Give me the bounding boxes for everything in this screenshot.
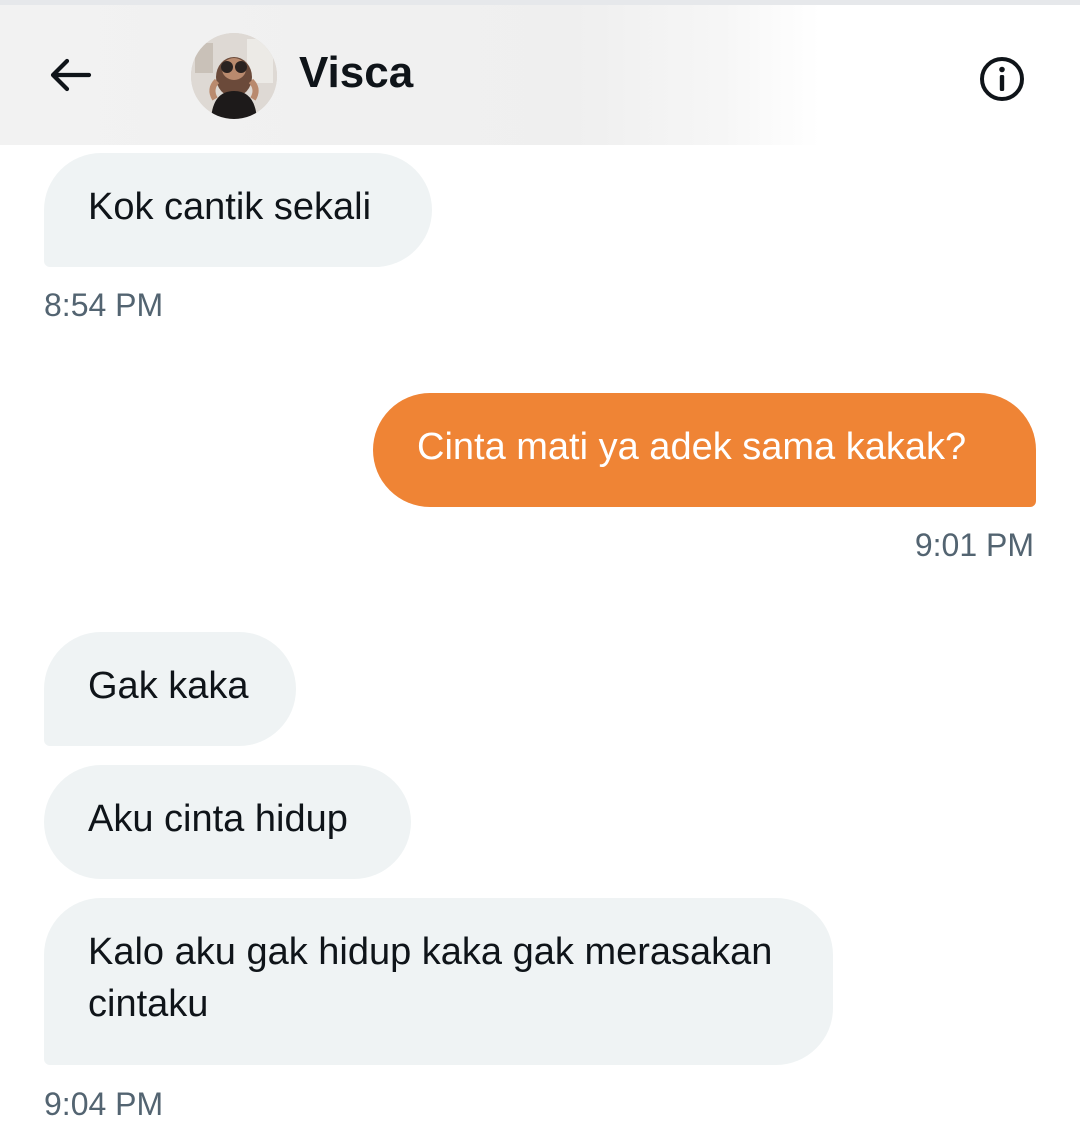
conversation-title[interactable]: Visca bbox=[299, 45, 413, 101]
message-timestamp: 8:54 PM bbox=[44, 287, 164, 323]
dm-conversation-screen: Visca Kok cantik sekali 8:54 PM Cinta ma… bbox=[0, 0, 1080, 1136]
message-timestamp: 9:01 PM bbox=[914, 527, 1034, 563]
info-icon bbox=[980, 57, 1024, 101]
message-timestamp: 9:04 PM bbox=[44, 1086, 164, 1122]
message-bubble-incoming[interactable]: Gak kaka bbox=[44, 632, 296, 746]
arrow-left-icon bbox=[50, 58, 92, 92]
message-bubble-incoming[interactable]: Aku cinta hidup bbox=[44, 765, 411, 879]
conversation-header: Visca bbox=[0, 5, 1080, 145]
avatar[interactable] bbox=[191, 33, 277, 119]
back-button[interactable] bbox=[38, 45, 102, 105]
avatar-photo bbox=[191, 33, 277, 119]
message-bubble-outgoing[interactable]: Cinta mati ya adek sama kakak? bbox=[373, 393, 1036, 507]
message-bubble-incoming[interactable]: Kok cantik sekali bbox=[44, 153, 432, 267]
message-bubble-incoming[interactable]: Kalo aku gak hidup kaka gak merasakan ci… bbox=[44, 898, 833, 1065]
info-button[interactable] bbox=[972, 49, 1032, 109]
